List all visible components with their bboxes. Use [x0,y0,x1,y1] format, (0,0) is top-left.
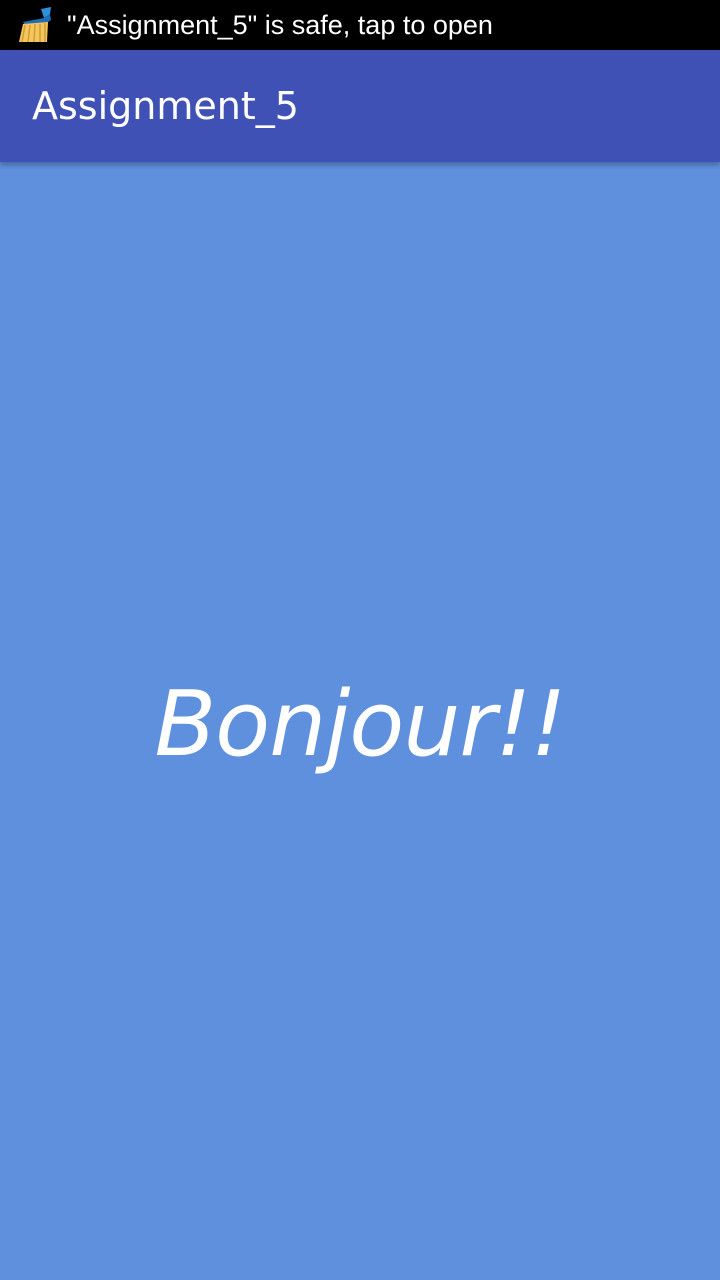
notification-text: "Assignment_5" is safe, tap to open [67,10,493,40]
cleaner-broom-icon [17,6,55,44]
status-bar[interactable]: "Assignment_5" is safe, tap to open [0,0,720,50]
main-content: Bonjour!! [0,162,720,1280]
app-bar: Assignment_5 [0,50,720,162]
app-title: Assignment_5 [32,84,299,128]
greeting-text: Bonjour!! [154,671,566,777]
